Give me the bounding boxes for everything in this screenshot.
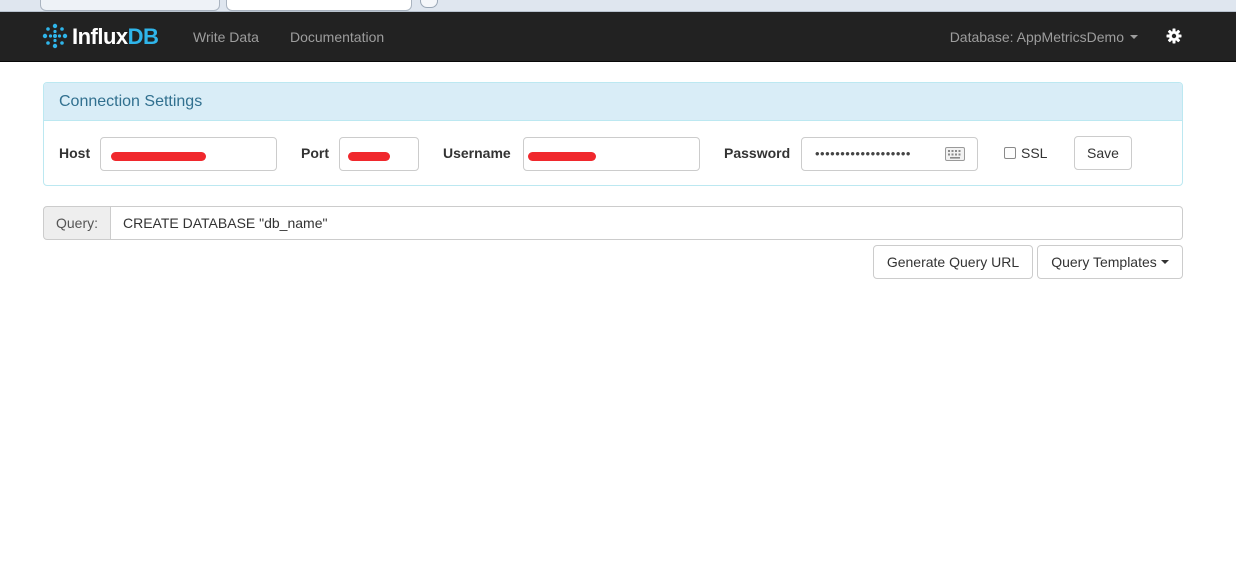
port-input[interactable] xyxy=(339,137,419,171)
nav-write-data[interactable]: Write Data xyxy=(193,28,259,46)
new-tab-button[interactable] xyxy=(420,0,438,8)
save-button[interactable]: Save xyxy=(1074,136,1132,170)
ssl-label: SSL xyxy=(1021,145,1048,161)
database-dropdown[interactable]: Database: AppMetricsDemo xyxy=(950,28,1138,46)
query-input-group: Query: CREATE DATABASE "db_name" xyxy=(43,206,1183,240)
navbar: InfluxDB Write Data Documentation Databa… xyxy=(0,12,1236,62)
connection-settings-title: Connection Settings xyxy=(44,83,1182,121)
keyboard-icon[interactable] xyxy=(945,147,965,164)
username-input[interactable] xyxy=(523,137,700,171)
username-label: Username xyxy=(443,145,511,161)
ssl-checkbox-group[interactable]: SSL xyxy=(1004,145,1047,161)
brand-name: InfluxDB xyxy=(72,24,159,50)
redaction-mark xyxy=(111,152,206,161)
brand-name-influx: Influx xyxy=(72,24,128,49)
query-addon-label: Query: xyxy=(43,206,111,240)
caret-down-icon xyxy=(1160,260,1169,264)
brand-logo[interactable]: InfluxDB xyxy=(42,23,159,52)
ssl-checkbox[interactable] xyxy=(1004,147,1016,159)
redaction-mark xyxy=(528,152,596,161)
gear-icon[interactable] xyxy=(1165,27,1183,45)
password-label: Password xyxy=(724,145,791,161)
database-dropdown-label: Database: AppMetricsDemo xyxy=(949,29,1124,45)
query-input[interactable]: CREATE DATABASE "db_name" xyxy=(111,206,1183,240)
redaction-mark xyxy=(348,152,390,161)
browser-tab-strip xyxy=(0,0,1236,12)
connection-settings-panel: Connection Settings Host Port Username P… xyxy=(43,82,1183,186)
password-value: ••••••••••••••••••• xyxy=(815,146,911,161)
influxdb-logo-icon xyxy=(42,23,68,52)
host-label: Host xyxy=(59,145,91,161)
browser-tab[interactable] xyxy=(40,0,220,11)
query-templates-label: Query Templates xyxy=(1051,254,1157,270)
port-label: Port xyxy=(301,145,329,161)
caret-down-icon xyxy=(1130,35,1138,39)
host-input[interactable] xyxy=(100,137,277,171)
password-input[interactable]: ••••••••••••••••••• xyxy=(801,137,978,171)
generate-query-url-button[interactable]: Generate Query URL xyxy=(873,245,1033,279)
browser-tab-active[interactable] xyxy=(226,0,412,11)
query-templates-dropdown[interactable]: Query Templates xyxy=(1037,245,1183,279)
brand-name-db: DB xyxy=(127,24,159,49)
nav-documentation[interactable]: Documentation xyxy=(290,28,384,46)
